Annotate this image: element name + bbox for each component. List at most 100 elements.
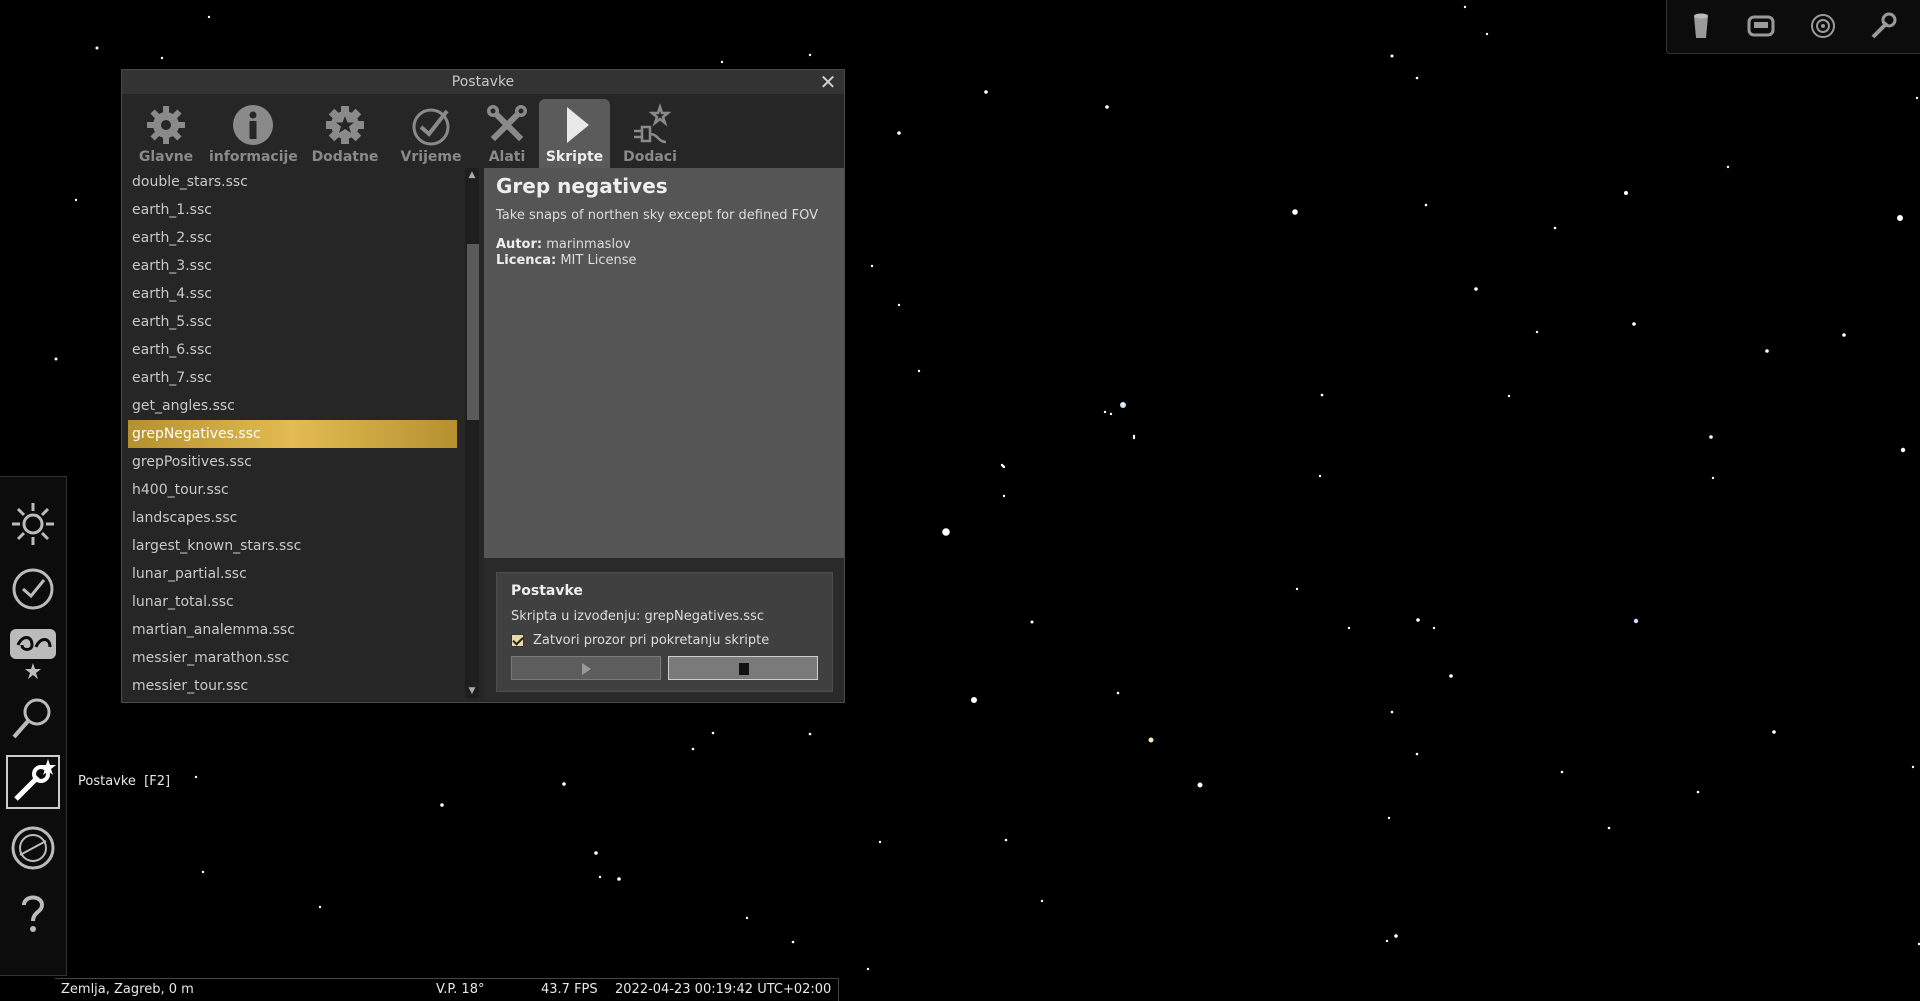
tab-label: Skripte [545, 149, 604, 165]
astrocalc-icon [11, 826, 55, 870]
script-list[interactable]: double_stars.ssc earth_1.ssc earth_2.ssc… [128, 168, 486, 698]
status-bar: Zemlja, Zagreb, 0 m V.P. 18° 43.7 FPS 20… [55, 978, 839, 1001]
scroll-thumb[interactable] [467, 244, 479, 420]
script-list-item[interactable]: double_stars.ssc [128, 168, 457, 196]
gear-star-icon [326, 106, 364, 144]
script-options-area: Postavke Skripta u izvođenju: grepNegati… [484, 558, 844, 700]
tab-glavne[interactable]: Glavne [132, 99, 200, 170]
close-on-run-option[interactable]: Zatvori prozor pri pokretanju skripte [511, 633, 769, 648]
tab-label: Vrijeme [400, 149, 462, 165]
status-location: Zemlja, Zagreb, 0 m [61, 982, 194, 997]
tools-icon [487, 105, 527, 142]
scroll-down-icon[interactable]: ▼ [465, 684, 479, 698]
script-list-item[interactable]: largest_known_stars.ssc [128, 532, 457, 560]
clock-check-icon [412, 108, 450, 146]
bucket-button[interactable] [1685, 10, 1717, 42]
script-list-item[interactable]: grepPositives.ssc [128, 448, 457, 476]
sky-culture-icon [10, 629, 56, 679]
script-list-item-selected[interactable]: grepNegatives.ssc [128, 420, 457, 448]
script-list-item[interactable]: messier_tour.ssc [128, 672, 457, 698]
tab-label: Dodaci [623, 149, 677, 165]
status-fps: 43.7 FPS [541, 982, 598, 997]
script-list-item[interactable]: earth_4.ssc [128, 280, 457, 308]
script-detail-panel: Grep negatives Take snaps of northen sky… [484, 168, 844, 558]
dialog-titlebar[interactable]: Postavke [122, 70, 844, 94]
script-list-scrollbar[interactable]: ▲ ▼ [465, 168, 479, 698]
dialog-title: Postavke [451, 74, 515, 90]
astrocalc-button[interactable] [6, 821, 60, 875]
tab-skripte[interactable]: Skripte [539, 99, 610, 170]
tab-dodaci[interactable]: Dodaci [616, 99, 684, 170]
script-license-line: Licenca: MIT License [496, 253, 832, 269]
license-label: Licenca: [496, 253, 557, 268]
top-right-toolbar [1666, 0, 1920, 54]
fullscreen-button[interactable] [1745, 10, 1777, 42]
tab-dodatne[interactable]: Dodatne [305, 99, 385, 170]
tab-vrijeme[interactable]: Vrijeme [394, 99, 468, 170]
script-description: Take snaps of northen sky except for def… [496, 208, 818, 223]
play-icon [582, 663, 591, 675]
script-list-item[interactable]: earth_6.ssc [128, 336, 457, 364]
script-list-item[interactable]: landscapes.ssc [128, 504, 457, 532]
tab-informacije[interactable]: informacije [209, 99, 298, 170]
stop-icon [739, 663, 749, 675]
settings-dialog: Postavke ✕ Glavne informacije Dodatne Vr… [121, 69, 845, 703]
time-button[interactable] [6, 562, 60, 616]
script-author-line: Autor: marinmaslov [496, 237, 832, 253]
script-title: Grep negatives [496, 174, 668, 198]
script-list-item[interactable]: earth_3.ssc [128, 252, 457, 280]
help-button[interactable] [6, 887, 60, 941]
search-button[interactable] [6, 691, 60, 745]
target-icon [1811, 14, 1835, 38]
settings-button[interactable] [6, 755, 60, 809]
script-list-item[interactable]: lunar_partial.ssc [128, 560, 457, 588]
script-list-item[interactable]: lunar_total.ssc [128, 588, 457, 616]
author-value: marinmaslov [546, 237, 631, 252]
fullscreen-icon [1747, 15, 1775, 37]
script-list-item[interactable]: h400_tour.ssc [128, 476, 457, 504]
stop-script-button[interactable] [668, 656, 818, 680]
run-script-button[interactable] [511, 656, 661, 680]
status-fov: V.P. 18° [436, 982, 485, 997]
help-icon [22, 895, 45, 932]
close-on-run-label: Zatvori prozor pri pokretanju skripte [533, 633, 770, 648]
wrench-button[interactable] [1867, 10, 1899, 42]
script-options-box: Postavke Skripta u izvođenju: grepNegati… [496, 572, 833, 692]
script-list-item[interactable]: get_angles.ssc [128, 392, 457, 420]
close-on-run-checkbox[interactable] [511, 634, 524, 647]
time-icon [12, 568, 54, 610]
close-button[interactable]: ✕ [818, 70, 838, 94]
wrench-icon [1871, 12, 1897, 39]
running-script-label: Skripta u izvođenju: grepNegatives.ssc [511, 609, 764, 624]
info-icon [233, 105, 273, 145]
tab-label: informacije [209, 149, 298, 165]
settings-icon [14, 759, 56, 801]
left-toolbar [0, 476, 67, 976]
plugin-icon [634, 103, 672, 144]
search-icon [12, 698, 51, 739]
bucket-icon [1694, 13, 1708, 38]
tab-alati[interactable]: Alati [477, 99, 537, 170]
script-list-item[interactable]: earth_1.ssc [128, 196, 457, 224]
tab-label: Dodatne [311, 149, 379, 165]
license-value: MIT License [560, 253, 637, 268]
tab-label: Glavne [138, 149, 194, 165]
gear-icon [147, 106, 185, 144]
tab-label: Alati [488, 149, 526, 165]
script-list-item[interactable]: earth_7.ssc [128, 364, 457, 392]
sky-light-icon [12, 503, 54, 545]
script-list-item[interactable]: earth_2.ssc [128, 224, 457, 252]
script-list-item[interactable]: messier_marathon.ssc [128, 644, 457, 672]
scroll-up-icon[interactable]: ▲ [465, 168, 479, 182]
close-icon: ✕ [819, 70, 837, 94]
toolbar-tooltip: Postavke [F2] [78, 774, 171, 789]
options-heading: Postavke [511, 583, 583, 599]
author-label: Autor: [496, 237, 543, 252]
script-list-item[interactable]: martian_analemma.ssc [128, 616, 457, 644]
sky-light-button[interactable] [6, 497, 60, 551]
target-button[interactable] [1807, 10, 1839, 42]
play-icon [566, 107, 589, 143]
script-list-item[interactable]: earth_5.ssc [128, 308, 457, 336]
sky-culture-button[interactable] [6, 625, 60, 679]
status-datetime: 2022-04-23 00:19:42 UTC+02:00 [615, 982, 832, 997]
